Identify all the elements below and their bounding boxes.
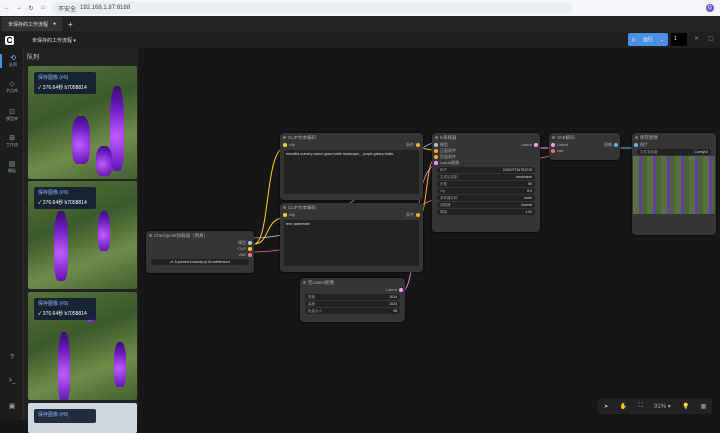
- node-title: 保存图像: [632, 133, 716, 142]
- output-vae[interactable]: VAE: [146, 252, 254, 258]
- prompt-textarea[interactable]: beautiful scenery nature glass bottle la…: [284, 150, 419, 194]
- input-clip[interactable]: clip: [289, 212, 295, 217]
- batch-size-widget[interactable]: 批量大小 28: [305, 308, 400, 314]
- seed-widget[interactable]: 种子 243197734752215: [437, 167, 535, 173]
- value: 1.00: [525, 210, 532, 214]
- label: 采样器名称: [440, 195, 458, 200]
- label: Latent图像: [440, 160, 460, 165]
- label: 模型: [238, 240, 246, 245]
- label: 宽度: [308, 294, 315, 299]
- input-vae[interactable]: vae: [549, 148, 620, 154]
- value: 1024: [389, 302, 397, 306]
- node-clip-text-encode-positive[interactable]: CLIP文本编码 clip 条件 beautiful scenery nature…: [280, 133, 423, 200]
- label: vae: [557, 148, 564, 153]
- input-images[interactable]: 图片: [632, 142, 716, 148]
- filename-prefix-widget[interactable]: 文件名前缀 ComfyUI: [637, 149, 711, 155]
- node-title: CLIP文本编码: [280, 133, 423, 142]
- hand-tool-icon[interactable]: ✋: [620, 403, 627, 410]
- label: cfg: [440, 189, 445, 193]
- label: 高度: [308, 301, 315, 306]
- value: euler: [524, 196, 532, 200]
- output-latent[interactable]: Latent: [300, 287, 405, 293]
- label: 图片: [640, 142, 648, 147]
- value: normal: [521, 203, 532, 207]
- label: CLIP: [237, 246, 246, 251]
- label: 降噪: [440, 209, 447, 214]
- value: 243197734752215: [502, 168, 532, 172]
- node-checkpoint-loader[interactable]: Checkpoint加载器（简易） 模型 CLIP VAE v1-5-prune…: [146, 231, 254, 273]
- node-save-image[interactable]: 保存图像 图片 文件名前缀 ComfyUI: [632, 133, 716, 235]
- steps-widget[interactable]: 步数 50: [437, 181, 535, 187]
- canvas-toolbar: ➤ ✋ ⛶ 91% ▾ 💡 ▦: [598, 398, 712, 414]
- denoise-widget[interactable]: 降噪 1.00: [437, 209, 535, 215]
- node-clip-text-encode-negative[interactable]: CLIP文本编码 clip 条件 text, watermark: [280, 203, 423, 272]
- value: 1024: [389, 295, 397, 299]
- label: Latent: [557, 142, 569, 147]
- value: 28: [393, 309, 397, 313]
- node-title: K采样器: [432, 133, 540, 142]
- label: 种子: [440, 167, 447, 172]
- fit-view-icon[interactable]: ⛶: [639, 403, 643, 410]
- input-clip[interactable]: clip: [289, 142, 295, 147]
- value: 50: [528, 182, 532, 186]
- label: VAE: [238, 252, 246, 257]
- select-tool-icon[interactable]: ➤: [604, 403, 609, 410]
- label: 负面条件: [440, 154, 456, 159]
- output-image-grid[interactable]: [633, 156, 715, 214]
- label: Latent: [385, 287, 397, 292]
- value: 8.0: [527, 189, 532, 193]
- node-ksampler[interactable]: K采样器 模型 Latent 正面条件 负面条件 Latent图像 种子 24319…: [432, 133, 540, 232]
- minimap-icon[interactable]: ▦: [701, 403, 707, 410]
- sampler-widget[interactable]: 采样器名称 euler: [437, 195, 535, 201]
- node-title: VAE解码: [549, 133, 620, 142]
- output-conditioning[interactable]: 条件: [406, 142, 414, 148]
- link-visibility-icon[interactable]: 💡: [682, 403, 689, 410]
- label: 步数: [440, 181, 447, 186]
- output-conditioning[interactable]: 条件: [406, 212, 414, 218]
- cfg-widget[interactable]: cfg 8.0: [437, 188, 535, 194]
- label: 正面条件: [440, 148, 456, 153]
- label: 模型: [440, 142, 448, 147]
- node-title: CLIP文本编码: [280, 203, 423, 212]
- node-empty-latent[interactable]: 空Latent图像 Latent 宽度 1024 高度 1024 批量大小 28: [300, 278, 405, 322]
- value: ComfyUI: [694, 150, 708, 154]
- scheduler-widget[interactable]: 调度器 normal: [437, 202, 535, 208]
- prompt-textarea[interactable]: text, watermark: [284, 220, 419, 266]
- value: randomize: [515, 175, 532, 179]
- node-title: Checkpoint加载器（简易）: [146, 231, 254, 240]
- width-widget[interactable]: 宽度 1024: [305, 294, 400, 300]
- input-latent[interactable]: Latent图像: [432, 160, 540, 166]
- label: 批量大小: [308, 308, 322, 313]
- port-row: clip 条件: [280, 212, 423, 218]
- node-vae-decode[interactable]: VAE解码 Latent 图像 vae: [549, 133, 620, 160]
- label: 文件名前缀: [640, 149, 658, 154]
- node-title: 空Latent图像: [300, 278, 405, 287]
- height-widget[interactable]: 高度 1024: [305, 301, 400, 307]
- control-after-generate-widget[interactable]: 生成后控制 randomize: [437, 174, 535, 180]
- label: 调度器: [440, 202, 451, 207]
- zoom-level[interactable]: 91% ▾: [654, 403, 671, 410]
- port-row: clip 条件: [280, 142, 423, 148]
- ckpt-name-select[interactable]: v1-5-pruned-emaonly-fp16.safetensors: [151, 259, 249, 265]
- label: 生成后控制: [440, 174, 458, 179]
